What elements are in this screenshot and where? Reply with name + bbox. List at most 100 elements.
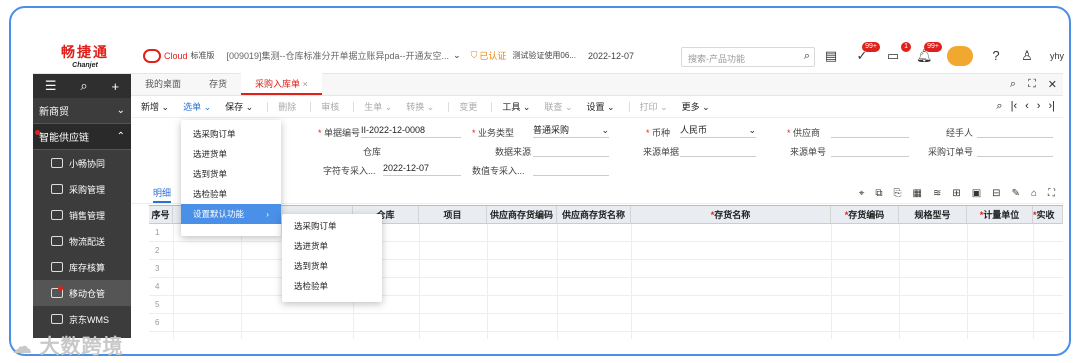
currency-select[interactable]: 人民币 ⌄: [680, 124, 756, 138]
warehouse-icon[interactable]: ⌂: [1031, 188, 1037, 199]
menu-icon[interactable]: ☰: [45, 78, 57, 94]
tab-purchase-receipt[interactable]: 采购入库单 ×: [241, 73, 322, 95]
fullscreen-icon[interactable]: ⛶: [1048, 188, 1055, 199]
search-icon[interactable]: ⌕: [1010, 78, 1016, 91]
submenu-item-select-inspection[interactable]: 选检验单: [282, 276, 382, 296]
menu-item-select-purchase[interactable]: 选进货单: [181, 144, 281, 164]
sidebar-item-label: 小畅协同: [69, 158, 106, 169]
sidebar-item-mobile-warehouse[interactable]: 移动仓管: [33, 280, 131, 306]
query-button[interactable]: 联查 ⌄: [544, 100, 572, 113]
notification-dot: [35, 130, 40, 135]
biz-type-select[interactable]: 普通采购 ⌄: [533, 124, 609, 138]
menu-item-set-default[interactable]: 设置默认功能 ›: [181, 204, 281, 224]
menu-item-select-arrival[interactable]: 选到货单: [181, 164, 281, 184]
close-icon[interactable]: ×: [303, 79, 308, 89]
generate-button[interactable]: 生单 ⌄: [364, 100, 392, 113]
tab-desktop[interactable]: 我的桌面: [131, 73, 195, 95]
location-icon[interactable]: ⌖: [859, 188, 865, 199]
last-icon[interactable]: ›|: [1048, 100, 1055, 113]
message-icon[interactable]: ▭ 1: [885, 42, 911, 64]
handler-field[interactable]: [977, 124, 1053, 138]
source-doc-field[interactable]: [680, 143, 756, 157]
sidebar-item-logistics[interactable]: 物流配送: [33, 228, 131, 254]
filter-icon[interactable]: ≋: [933, 188, 941, 199]
search-input[interactable]: 搜索-产品功能 ⌕: [681, 47, 815, 67]
delete-button[interactable]: 删除: [278, 100, 296, 113]
source-ref-field[interactable]: [831, 143, 909, 157]
data-source-field[interactable]: [533, 143, 609, 157]
sidebar-group-supply-chain[interactable]: 智能供应链 ⌃: [33, 124, 131, 150]
row-number: 4: [155, 282, 160, 291]
tab-detail[interactable]: 明细: [153, 186, 172, 203]
paste-icon[interactable]: ⎘: [893, 188, 901, 199]
source-ref-label: 来源单号: [790, 147, 827, 157]
user-name[interactable]: yhy: [1050, 51, 1064, 61]
num-field-input[interactable]: [533, 162, 609, 176]
prev-icon[interactable]: ‹: [1025, 100, 1029, 113]
more-button[interactable]: 更多 ⌄: [682, 100, 710, 113]
expand-icon[interactable]: ⛶: [1028, 78, 1036, 91]
sidebar-item-xiaochang[interactable]: 小畅协同: [33, 150, 131, 176]
tools-button[interactable]: 工具 ⌄: [502, 100, 530, 113]
settings-button[interactable]: 设置 ⌄: [586, 100, 614, 113]
menu-item-select-inspection[interactable]: 选检验单: [181, 184, 281, 204]
certified-badge: ⛉ 已认证: [471, 49, 507, 62]
sidebar-item-purchase[interactable]: 采购管理: [33, 176, 131, 202]
supplier-label-text: 供应商: [793, 128, 821, 138]
chart-icon[interactable]: ▣: [972, 188, 981, 199]
biz-type-label-text: 业务类型: [478, 128, 515, 138]
doc-no-field[interactable]: II-2022-12-0008: [361, 124, 461, 138]
supplier-field[interactable]: [831, 124, 909, 138]
first-icon[interactable]: |‹: [1011, 100, 1018, 113]
split-icon[interactable]: ⊞: [952, 188, 960, 199]
table-row[interactable]: 6: [149, 314, 1063, 332]
next-icon[interactable]: ›: [1037, 100, 1041, 113]
char-field-input[interactable]: 2022-12-07: [383, 162, 461, 176]
detail-icons: ⌖ ⧉ ⎘ ▦ ≋ ⊞ ▣ ⊟ ✎ ⌂ ⛶: [859, 188, 1055, 199]
sidebar-item-sales[interactable]: 销售管理: [33, 202, 131, 228]
chevron-down-icon[interactable]: ⌄: [453, 50, 461, 61]
batch-icon[interactable]: ▦: [912, 188, 921, 199]
submenu-item-select-purchase[interactable]: 选进货单: [282, 236, 382, 256]
action-toolbar: 新增 ⌄ 选单 ⌄ 保存 ⌄ 删除 审核 生单 ⌄ 转换 ⌄ 变更 工具 ⌄ 联…: [131, 96, 1063, 118]
change-button[interactable]: 变更: [459, 100, 477, 113]
copy-icon[interactable]: ⧉: [875, 188, 882, 199]
grid-icon[interactable]: ⊟: [992, 188, 1000, 199]
sidebar-item-jd-wms[interactable]: 京东WMS: [33, 306, 131, 332]
mascot-avatar[interactable]: [947, 46, 973, 66]
add-icon[interactable]: +: [111, 79, 119, 94]
column-header: *存货编码: [831, 206, 899, 224]
search-icon[interactable]: ⌕: [804, 50, 810, 63]
save-button[interactable]: 保存 ⌄: [225, 100, 253, 113]
select-doc-button[interactable]: 选单 ⌄: [183, 100, 211, 113]
close-icon[interactable]: ✕: [1048, 78, 1057, 91]
help-icon[interactable]: ?: [988, 48, 1004, 64]
submenu-item-select-arrival[interactable]: 选到货单: [282, 256, 382, 276]
cloud-brand: Cloud 标准版: [143, 48, 215, 63]
watermark-icon: ☁︎: [12, 336, 33, 358]
shield-icon: ⛉: [470, 50, 478, 60]
account-selector[interactable]: [009019]集测--仓库标准分开单据立账异pda--开通友空...: [227, 49, 450, 62]
menu-item-select-po[interactable]: 选采购订单: [181, 124, 281, 144]
select-doc-menu: 选采购订单 选进货单 选到货单 选检验单 设置默认功能 ›: [181, 120, 281, 236]
submenu-item-select-po[interactable]: 选采购订单: [282, 216, 382, 236]
sidebar-item-inventory[interactable]: 库存核算: [33, 254, 131, 280]
sidebar: ☰ ⌕ + 新商贸 ⌄ 智能供应链 ⌃ 小畅协同 采购管理 销售管理 物流配送 …: [33, 74, 131, 338]
sidebar-group-xinshangmao[interactable]: 新商贸 ⌄: [33, 98, 131, 124]
new-button[interactable]: 新增 ⌄: [141, 100, 169, 113]
column-divider: [899, 224, 900, 339]
tasks-icon[interactable]: ✓ 99+: [854, 42, 880, 64]
tab-inventory[interactable]: 存货: [195, 73, 241, 95]
sidebar-group-label: 新商贸: [39, 107, 69, 118]
search-icon[interactable]: ⌕: [80, 78, 87, 94]
biz-type-label: * 业务类型: [472, 128, 515, 138]
po-no-field[interactable]: [977, 143, 1053, 157]
print-button[interactable]: 打印 ⌄: [640, 100, 668, 113]
calculator-icon[interactable]: ▤: [823, 48, 839, 64]
edit-icon[interactable]: ✎: [1012, 188, 1020, 199]
convert-button[interactable]: 转换 ⌄: [406, 100, 434, 113]
bell-icon[interactable]: 🔔︎ 99+: [916, 42, 942, 64]
user-icon[interactable]: ♙: [1019, 48, 1035, 64]
preview-icon[interactable]: ⌕: [996, 100, 1002, 113]
audit-button[interactable]: 审核: [321, 100, 339, 113]
